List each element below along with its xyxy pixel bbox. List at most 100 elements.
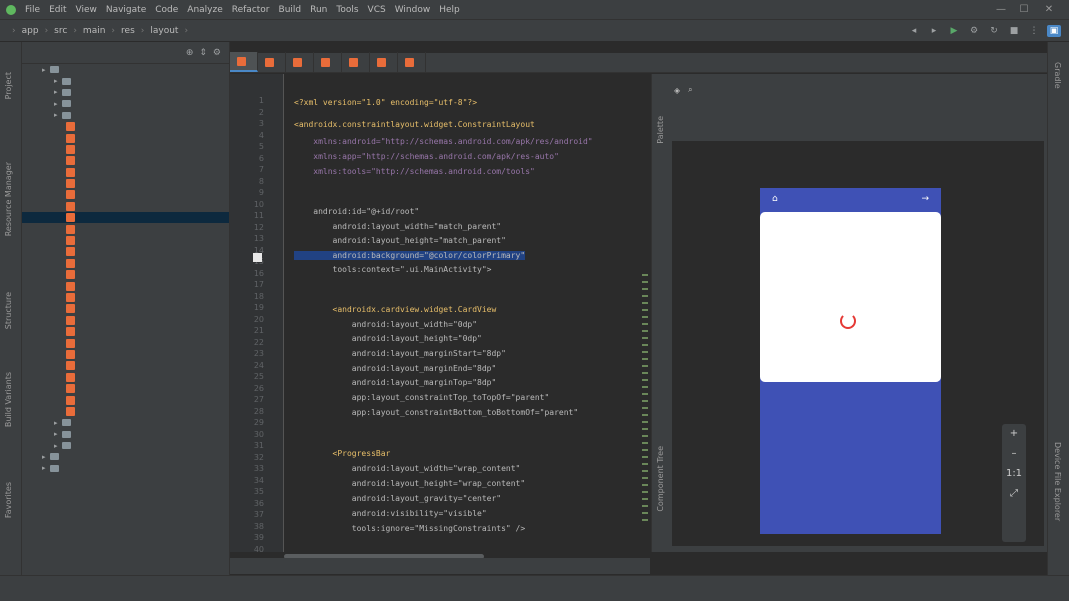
- tree-item[interactable]: ▸: [22, 440, 229, 451]
- stop-icon[interactable]: ■: [1007, 25, 1021, 37]
- error-stripe-mark[interactable]: [642, 512, 648, 514]
- tree-item[interactable]: [22, 315, 229, 326]
- layers-icon[interactable]: ◈: [674, 86, 680, 95]
- error-stripe-mark[interactable]: [642, 330, 648, 332]
- menu-file[interactable]: File: [25, 5, 40, 15]
- tree-item[interactable]: ▸: [22, 110, 229, 121]
- tree-item[interactable]: [22, 383, 229, 394]
- tree-item[interactable]: [22, 337, 229, 348]
- tree-item[interactable]: [22, 201, 229, 212]
- error-stripe-mark[interactable]: [642, 456, 648, 458]
- palette-tab[interactable]: Palette: [656, 116, 665, 144]
- component-tree-tab[interactable]: Component Tree: [656, 446, 665, 512]
- maximize-icon[interactable]: ☐: [1018, 4, 1030, 16]
- editor-tab[interactable]: [342, 52, 370, 72]
- tree-item[interactable]: [22, 394, 229, 405]
- error-stripe-mark[interactable]: [642, 442, 648, 444]
- menu-code[interactable]: Code: [155, 5, 178, 15]
- menu-help[interactable]: Help: [439, 5, 460, 15]
- tree-item[interactable]: ▸: [22, 87, 229, 98]
- gear-icon[interactable]: ⚙: [213, 48, 221, 58]
- menu-refactor[interactable]: Refactor: [232, 5, 270, 15]
- error-stripe-mark[interactable]: [642, 435, 648, 437]
- forward-icon[interactable]: ▸: [927, 25, 941, 37]
- tree-item[interactable]: [22, 372, 229, 383]
- tree-item[interactable]: [22, 280, 229, 291]
- expand-arrow-icon[interactable]: ▸: [54, 111, 62, 119]
- resource-manager-tab[interactable]: Resource Manager: [4, 162, 18, 236]
- back-icon[interactable]: ◂: [907, 25, 921, 37]
- tree-item[interactable]: [22, 167, 229, 178]
- error-stripe-mark[interactable]: [642, 372, 648, 374]
- error-stripe-mark[interactable]: [642, 351, 648, 353]
- menu-navigate[interactable]: Navigate: [106, 5, 146, 15]
- error-stripe-mark[interactable]: [642, 365, 648, 367]
- error-stripe-mark[interactable]: [642, 379, 648, 381]
- editor-tab[interactable]: [398, 52, 426, 72]
- error-stripe-mark[interactable]: [642, 414, 648, 416]
- tree-item[interactable]: [22, 246, 229, 257]
- tree-item[interactable]: [22, 269, 229, 280]
- breadcrumb-res[interactable]: res: [121, 26, 135, 36]
- tree-item[interactable]: [22, 406, 229, 417]
- zoom-out-icon[interactable]: –: [1002, 444, 1026, 464]
- menu-analyze[interactable]: Analyze: [187, 5, 222, 15]
- tree-item[interactable]: ▸: [22, 463, 229, 474]
- tree-item[interactable]: ▸: [22, 451, 229, 462]
- build-variants-tab[interactable]: Build Variants: [4, 372, 18, 427]
- editor-tab[interactable]: [258, 52, 286, 72]
- error-stripe-mark[interactable]: [642, 323, 648, 325]
- tree-item[interactable]: [22, 132, 229, 143]
- error-stripe-mark[interactable]: [642, 421, 648, 423]
- menu-build[interactable]: Build: [279, 5, 302, 15]
- code-editor[interactable]: <?xml version="1.0" encoding="utf-8"?> <a…: [284, 74, 650, 552]
- breadcrumb-app[interactable]: app: [22, 26, 39, 36]
- zoom-actual-icon[interactable]: 1:1: [1002, 464, 1026, 484]
- sdk-manager-icon[interactable]: ▣: [1047, 24, 1061, 37]
- error-stripe-mark[interactable]: [642, 316, 648, 318]
- error-stripe-mark[interactable]: [642, 337, 648, 339]
- close-icon[interactable]: ✕: [1043, 4, 1055, 16]
- editor-tab[interactable]: [314, 52, 342, 72]
- settings-icon[interactable]: ⚙: [967, 25, 981, 37]
- tree-item[interactable]: [22, 178, 229, 189]
- card-view[interactable]: [760, 212, 941, 382]
- color-swatch-icon[interactable]: [253, 253, 262, 262]
- device-preview[interactable]: ⌂ →: [760, 188, 941, 534]
- menu-view[interactable]: View: [76, 5, 97, 15]
- error-stripe-mark[interactable]: [642, 358, 648, 360]
- tree-item[interactable]: [22, 349, 229, 360]
- error-stripe-mark[interactable]: [642, 428, 648, 430]
- expand-arrow-icon[interactable]: ▸: [42, 464, 50, 472]
- expand-arrow-icon[interactable]: ▸: [54, 430, 62, 438]
- tree-item[interactable]: [22, 189, 229, 200]
- expand-arrow-icon[interactable]: ▸: [54, 442, 62, 450]
- error-stripe-mark[interactable]: [642, 386, 648, 388]
- editor-tab[interactable]: [230, 52, 258, 72]
- expand-arrow-icon[interactable]: ▸: [42, 453, 50, 461]
- tree-item[interactable]: [22, 360, 229, 371]
- breadcrumb-layout[interactable]: layout: [150, 26, 178, 36]
- error-stripe-mark[interactable]: [642, 344, 648, 346]
- error-stripe-mark[interactable]: [642, 274, 648, 276]
- project-tool-tab[interactable]: Project: [4, 72, 18, 99]
- menu-edit[interactable]: Edit: [49, 5, 66, 15]
- tree-item[interactable]: ▸: [22, 75, 229, 86]
- more-icon[interactable]: ⋮: [1027, 25, 1041, 37]
- error-stripe-mark[interactable]: [642, 309, 648, 311]
- error-stripe-mark[interactable]: [642, 449, 648, 451]
- sync-icon[interactable]: ↻: [987, 25, 1001, 37]
- tree-item[interactable]: [22, 292, 229, 303]
- tree-item[interactable]: [22, 258, 229, 269]
- menu-run[interactable]: Run: [310, 5, 327, 15]
- home-icon[interactable]: ⌂: [772, 194, 778, 204]
- editor-error-stripe[interactable]: [640, 74, 650, 552]
- tree-item[interactable]: ▸: [22, 429, 229, 440]
- minimize-icon[interactable]: —: [995, 4, 1007, 16]
- error-stripe-mark[interactable]: [642, 400, 648, 402]
- editor-tab[interactable]: [370, 52, 398, 72]
- expand-arrow-icon[interactable]: ▸: [54, 77, 62, 85]
- arrow-right-icon[interactable]: →: [921, 194, 929, 204]
- error-stripe-mark[interactable]: [642, 498, 648, 500]
- breadcrumb-src[interactable]: src: [54, 26, 67, 36]
